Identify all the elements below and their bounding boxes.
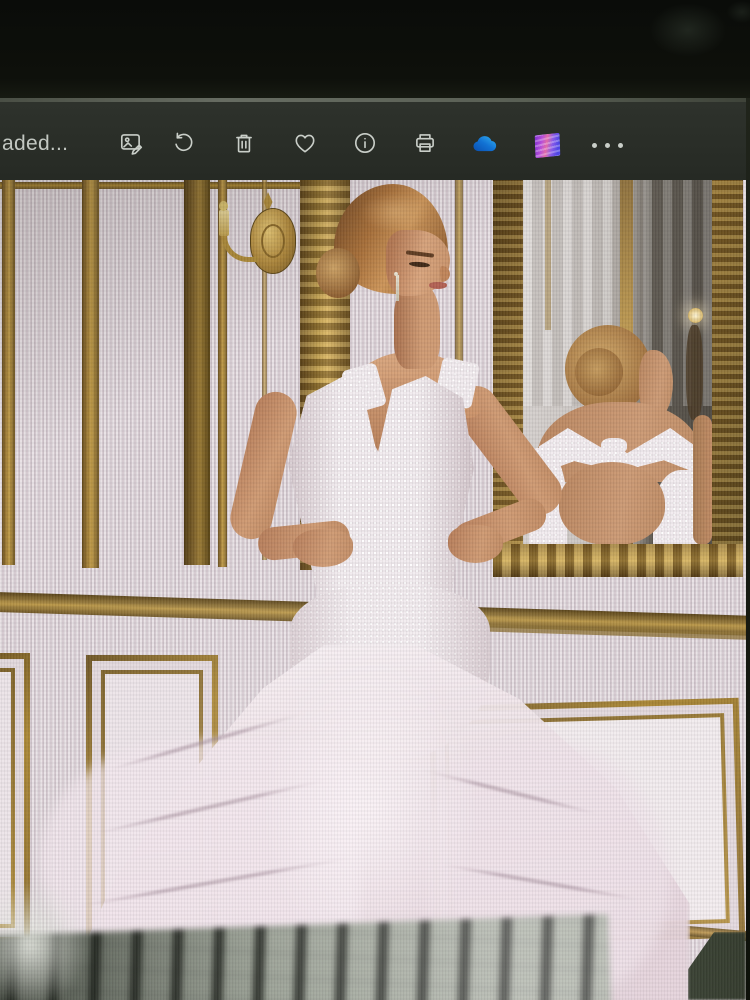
favorite-heart-icon [292,130,318,161]
reflection-bride-arm [693,415,712,545]
rotate-icon [171,130,197,161]
onedrive-button[interactable] [466,125,506,165]
photo-viewer-toolbar: aded... [0,102,746,180]
bride-hair-highlight [360,192,430,232]
reflection-bride-bun [575,348,623,396]
print-button[interactable] [405,125,445,165]
reflected-sconce-light [688,308,703,323]
wall-gold-strip [2,180,15,565]
reflection-back-bow [601,438,627,454]
screen-bezel-top [0,0,750,98]
colorful-app-button[interactable] [527,125,567,165]
wall-sconce-candle [219,210,229,236]
photo-canvas[interactable] [0,180,746,1000]
screen-bezel-right [746,98,750,1000]
bride-neck [394,283,440,369]
wall-gold-strip [82,180,99,568]
reflected-gold-line [545,180,551,330]
print-icon [412,130,438,161]
reflection-keyhole-back [559,462,665,545]
edit-image-button[interactable] [111,125,151,165]
onedrive-cloud-icon [471,130,501,161]
file-info-button[interactable] [345,125,385,165]
delete-button[interactable] [224,125,264,165]
bride-nose [440,266,450,282]
mirror-frame-bottom [493,544,743,577]
delete-trash-icon [231,130,257,161]
bride-hand-on-hip-right [448,525,503,563]
wall-sconce-detail [261,224,285,258]
see-more-button[interactable] [587,125,627,165]
info-icon [352,130,378,161]
wall-sconce-arm [222,232,258,262]
rotate-button[interactable] [164,125,204,165]
wall-gold-strip [184,180,210,565]
colorful-app-icon [534,132,560,158]
foreground-dark-corner [688,932,746,1000]
wall-top-gold-rail [0,182,335,189]
reflected-sconce-body [686,325,703,420]
see-more-ellipsis-icon [591,142,623,148]
favorite-button[interactable] [285,125,325,165]
wall-sconce-bulb [219,201,228,211]
edit-image-icon [118,130,144,161]
bride-earring-drop [396,275,399,301]
bride-hair-bun [316,248,360,298]
filename-title-truncated: aded... [2,132,69,155]
bride-hand-on-hip-left [293,529,353,567]
bride-lips [429,282,447,289]
